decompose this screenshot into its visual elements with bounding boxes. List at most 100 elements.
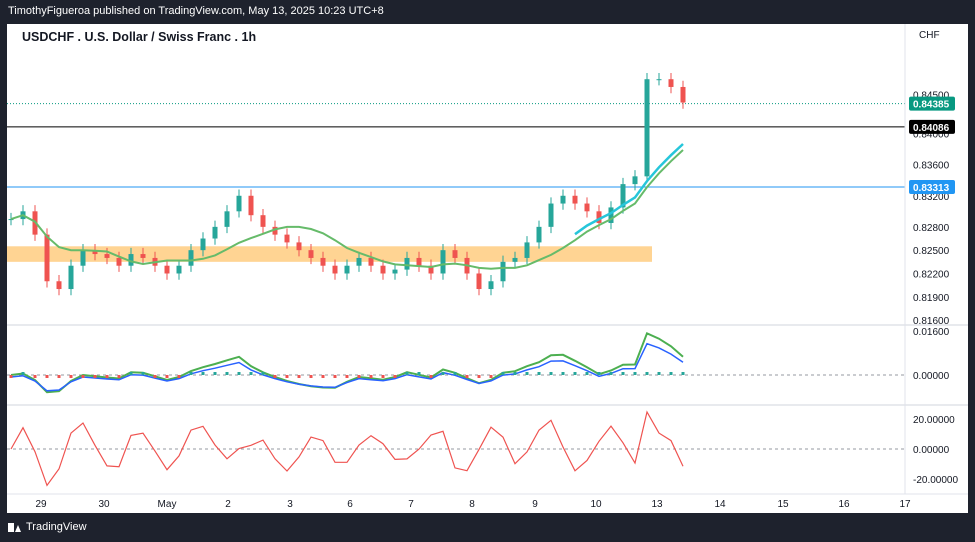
candle-body (104, 254, 110, 258)
osc1-histogram-bar (129, 372, 133, 375)
candle-body (392, 269, 398, 274)
osc1-histogram-bar (573, 372, 577, 375)
osc1-histogram-bar (33, 375, 37, 378)
osc1-histogram-bar (381, 375, 385, 378)
price-tick-label: 0.83600 (913, 161, 950, 172)
candle-body (380, 265, 386, 274)
osc1-histogram-bar (213, 372, 217, 375)
osc1-tick-label: 0.01600 (913, 327, 950, 338)
osc1-histogram-bar (657, 372, 661, 375)
osc1-histogram-bar (525, 372, 529, 375)
osc1-histogram-bar (417, 372, 421, 375)
osc1-histogram-bar (165, 375, 169, 378)
osc2-tick-label: 0.00000 (913, 445, 950, 456)
osc1-histogram-bar (93, 375, 97, 378)
support-zone (7, 246, 652, 262)
oscillator-1-pane (9, 331, 685, 394)
osc1-histogram-bar (477, 375, 481, 378)
candle-body (296, 242, 302, 251)
time-tick-label: 29 (35, 499, 47, 510)
osc1-slow-line (10, 342, 684, 392)
osc1-histogram-bar (429, 375, 433, 378)
candle-body (248, 195, 254, 216)
osc1-histogram-bar (273, 375, 277, 378)
osc1-histogram-bar (585, 372, 589, 375)
osc1-histogram-bar (441, 372, 445, 375)
osc1-histogram-bar (561, 372, 565, 375)
candle-body (416, 257, 422, 266)
tradingview-logo-icon (8, 522, 22, 532)
osc2-tick-label: -20.00000 (913, 475, 958, 486)
candle-body (224, 211, 230, 227)
osc1-histogram-bar (237, 372, 241, 375)
time-tick-label: 17 (899, 499, 911, 510)
osc1-tick-label: 0.00000 (913, 371, 950, 382)
price-tick-label: 0.81600 (913, 316, 950, 327)
top-bar: TimothyFigueroa published on TradingView… (0, 0, 975, 24)
candle-body (176, 265, 182, 274)
candle-body (536, 226, 542, 243)
candle-body (320, 257, 326, 266)
chart-panel[interactable]: USDCHF . U.S. Dollar / Swiss Franc . 1h … (7, 24, 968, 513)
candle-body (404, 257, 410, 270)
osc1-histogram-bar (621, 372, 625, 375)
osc1-histogram-bar (645, 372, 649, 375)
chart-svg[interactable]: 0.845000.840000.836000.832000.828000.825… (7, 24, 968, 513)
osc1-histogram-bar (333, 375, 337, 378)
osc1-histogram-bar (549, 372, 553, 375)
time-tick-label: 30 (98, 499, 110, 510)
bottom-bar: TradingView (0, 513, 975, 542)
candle-body (344, 265, 350, 274)
osc1-histogram-bar (105, 375, 109, 378)
osc1-histogram-bar (345, 375, 349, 378)
candle-body (284, 234, 290, 243)
time-tick-label: 13 (651, 499, 663, 510)
candle-body (140, 254, 146, 258)
price-label-text: 0.83313 (913, 183, 950, 194)
candle-body (524, 242, 530, 258)
osc1-histogram-bar (225, 372, 229, 375)
time-tick-label: May (158, 499, 177, 510)
candle-body (356, 257, 362, 266)
osc1-axis: 0.01600 0.00000 (913, 327, 950, 382)
time-tick-label: 7 (408, 499, 414, 510)
time-tick-label: 15 (777, 499, 789, 510)
time-tick-label: 10 (590, 499, 602, 510)
candle-body (452, 250, 458, 258)
osc1-histogram-bar (141, 372, 145, 375)
time-tick-label: 3 (287, 499, 293, 510)
osc1-histogram-bar (117, 375, 121, 378)
candle-body (440, 250, 446, 274)
candle-body (260, 215, 266, 227)
candlestick-series (8, 72, 686, 296)
candle-body (572, 195, 578, 204)
candle-body (548, 203, 554, 227)
candle-body (44, 234, 50, 282)
osc1-histogram-bar (285, 375, 289, 378)
time-axis: 29 30 May 2 3 6 7 8 9 10 13 14 15 16 17 (35, 499, 911, 510)
time-tick-label: 2 (225, 499, 231, 510)
price-tick-label: 0.81900 (913, 293, 950, 304)
candle-body (116, 257, 122, 266)
candle-body (308, 250, 314, 258)
candle-body (368, 257, 374, 266)
osc1-histogram-bar (513, 372, 517, 375)
moving-average-cyan (574, 143, 684, 236)
price-tick-label: 0.82200 (913, 269, 950, 280)
tradingview-logo[interactable]: TradingView (8, 521, 87, 533)
osc1-histogram-bar (153, 375, 157, 378)
published-by-text: TimothyFigueroa published on TradingView… (8, 5, 384, 17)
candle-body (56, 281, 62, 290)
price-tick-label: 0.82800 (913, 223, 950, 234)
candle-body (500, 261, 506, 282)
candle-body (488, 281, 494, 290)
osc1-histogram-bar (81, 375, 85, 378)
osc1-histogram-bar (405, 372, 409, 375)
osc1-histogram-bar (57, 375, 61, 378)
osc1-histogram-bar (9, 375, 13, 378)
osc1-histogram-bar (309, 375, 313, 378)
candle-body (476, 273, 482, 290)
brand-text: TradingView (26, 521, 87, 533)
osc1-histogram-bar (321, 375, 325, 378)
price-label-text: 0.84086 (913, 123, 950, 134)
